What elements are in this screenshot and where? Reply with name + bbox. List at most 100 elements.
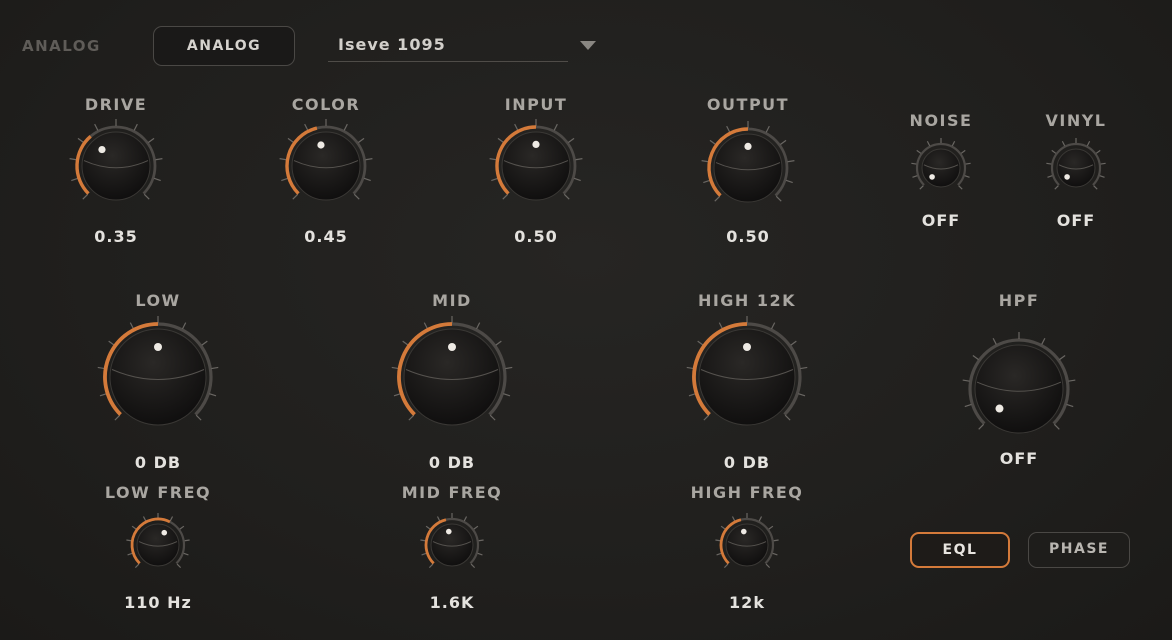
high-tick: [686, 366, 694, 370]
drive-tick: [94, 123, 99, 131]
high_freq-tick: [731, 516, 736, 522]
drive-tick: [143, 193, 150, 200]
input-tick: [573, 177, 581, 182]
input-value: 0.50: [514, 227, 558, 246]
mid-knob[interactable]: [388, 313, 516, 441]
input-label: INPUT: [504, 95, 568, 114]
high_freq-tick: [716, 552, 722, 556]
noise-body: [921, 148, 961, 188]
high-freq-value: 12k: [729, 593, 765, 612]
output-knob[interactable]: [698, 118, 798, 218]
mid_freq-tick: [425, 525, 431, 530]
hpf-knob[interactable]: [959, 329, 1079, 449]
mid_freq-tick: [428, 563, 434, 569]
mid-tick: [489, 414, 496, 421]
preset-selector[interactable]: Iseve 1095: [328, 28, 568, 62]
high-tick: [688, 393, 696, 397]
vinyl-tick: [1093, 185, 1098, 190]
low-indicator: [154, 343, 162, 351]
chevron-down-icon[interactable]: [580, 41, 596, 50]
low_freq-tick: [183, 552, 189, 556]
output-tick: [701, 160, 709, 163]
high_freq-tick: [772, 552, 778, 556]
output-tick: [703, 179, 711, 184]
vinyl-tick: [1100, 162, 1106, 165]
mid_freq-tick: [470, 563, 476, 569]
color-tick: [343, 123, 348, 131]
phase-button[interactable]: PHASE: [1028, 532, 1130, 568]
input-tick: [568, 137, 575, 143]
color-tick: [304, 123, 309, 131]
low-tick: [201, 340, 208, 346]
drive-label: DRIVE: [84, 95, 148, 114]
input-tick: [553, 123, 558, 131]
drive-value: 0.35: [94, 227, 138, 246]
low-value: 0 DB: [134, 453, 182, 472]
low_freq-tick: [169, 516, 174, 522]
low-tick: [97, 366, 105, 370]
drive-knob[interactable]: [66, 116, 166, 216]
eql-button[interactable]: EQL: [910, 532, 1010, 568]
hpf-value: OFF: [999, 449, 1039, 468]
color-tick: [279, 158, 287, 161]
low-knob[interactable]: [94, 313, 222, 441]
mid-freq-knob[interactable]: [415, 508, 489, 582]
low-freq-knob[interactable]: [121, 508, 195, 582]
high_freq-tick: [758, 516, 763, 522]
high-indicator: [743, 343, 751, 351]
drive-tick: [71, 177, 79, 182]
high_freq-tick: [773, 539, 779, 542]
mid-tick: [423, 322, 429, 330]
low-tick: [108, 340, 115, 346]
noise-tick: [965, 162, 971, 165]
drive-tick: [69, 158, 77, 161]
high_freq-tick: [768, 525, 774, 530]
low-freq-value: 110 Hz: [124, 593, 192, 612]
vinyl-knob[interactable]: [1041, 133, 1111, 203]
drive-indicator: [98, 145, 106, 154]
vinyl-label: VINYL: [1045, 111, 1107, 130]
vinyl-tick: [1095, 149, 1101, 154]
hpf-tick: [1068, 379, 1076, 382]
color-tick: [281, 177, 289, 182]
hpf-tick: [972, 355, 979, 361]
low_freq-tick: [134, 563, 140, 569]
high-knob[interactable]: [683, 313, 811, 441]
noise-value: OFF: [921, 211, 961, 230]
input-indicator: [532, 140, 540, 148]
high-label: HIGH 12K: [697, 291, 797, 310]
noise-indicator: [929, 174, 935, 180]
input-knob[interactable]: [486, 116, 586, 216]
output-tick: [780, 139, 787, 145]
mid-tick: [505, 366, 513, 370]
output-tick: [726, 125, 731, 133]
analog-mode-button[interactable]: ANALOG: [153, 26, 295, 66]
color-tick: [287, 137, 294, 143]
output-tick: [765, 125, 770, 133]
high-tick: [718, 322, 724, 330]
high_freq-indicator: [740, 528, 747, 535]
high-value: 0 DB: [723, 453, 771, 472]
hpf-tick: [978, 423, 985, 430]
low_freq-tick: [127, 552, 133, 556]
mid_freq-tick: [478, 539, 484, 542]
high-tick: [703, 414, 710, 421]
high-freq-knob[interactable]: [710, 508, 784, 582]
noise-knob[interactable]: [906, 133, 976, 203]
noise-tick: [960, 149, 966, 154]
low-tick: [99, 393, 107, 397]
mid_freq-indicator: [445, 528, 452, 535]
low-tick: [114, 414, 121, 421]
vinyl-tick: [1099, 175, 1105, 178]
hpf-tick: [1066, 403, 1074, 408]
input-tick: [575, 158, 583, 161]
low-freq-label: LOW FREQ: [104, 483, 212, 502]
mid-tick: [503, 393, 511, 397]
low-label: LOW: [135, 291, 181, 310]
mid_freq-tick: [420, 539, 426, 542]
noise-tick: [911, 162, 917, 165]
color-knob[interactable]: [276, 116, 376, 216]
high-tick: [798, 393, 806, 397]
low_freq-tick: [184, 539, 190, 542]
mid-label: MID: [432, 291, 472, 310]
